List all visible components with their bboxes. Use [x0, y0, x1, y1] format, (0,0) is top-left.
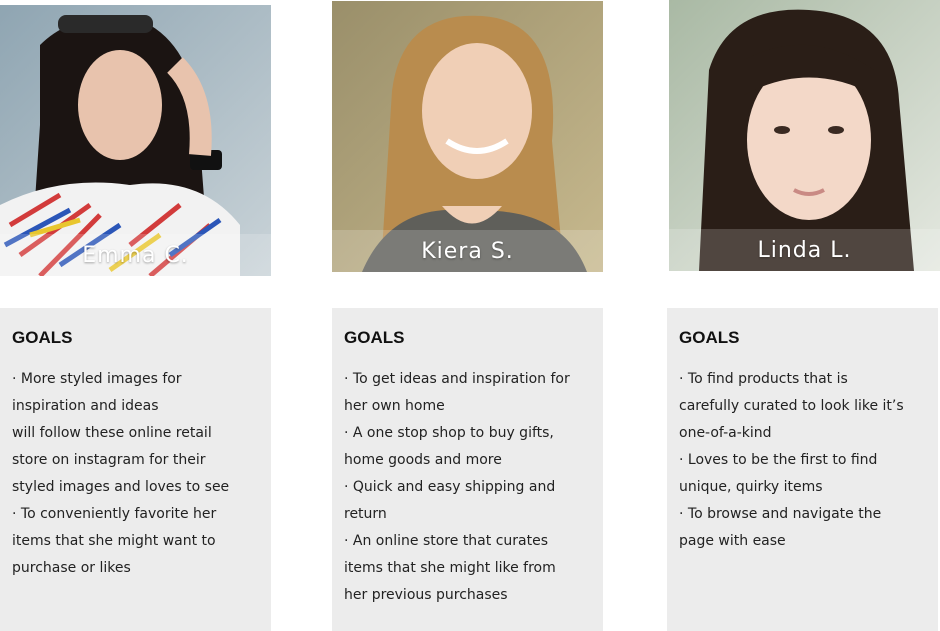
goals-list: · To find products that is carefully cur…	[679, 366, 926, 555]
goal-item: · A one stop shop to buy gifts, home goo…	[344, 425, 554, 468]
goals-list: · To get ideas and inspiration for her o…	[344, 366, 591, 609]
persona-name-band: Linda L.	[669, 229, 940, 271]
goals-card-linda: GOALS · To find products that is careful…	[667, 308, 938, 631]
goals-card-kiera: GOALS · To get ideas and inspiration for…	[332, 308, 603, 631]
goals-title: GOALS	[12, 328, 73, 347]
persona-photo-kiera: Kiera S.	[332, 1, 603, 272]
goals-title: GOALS	[679, 328, 740, 347]
goal-item: · More styled images for inspiration and…	[12, 371, 230, 495]
goal-item: · To browse and navigate the page with e…	[679, 506, 882, 549]
persona-name: Emma C.	[82, 242, 189, 268]
persona-name: Linda L.	[757, 237, 852, 263]
goal-item: · To conveniently favorite her items tha…	[12, 506, 217, 576]
goals-title: GOALS	[344, 328, 405, 347]
goals-list: · More styled images for inspiration and…	[12, 366, 259, 582]
goals-card-emma: GOALS · More styled images for inspirati…	[0, 308, 271, 631]
persona-name-band: Kiera S.	[332, 230, 603, 272]
persona-photo-emma: Emma C.	[0, 5, 271, 276]
persona-name: Kiera S.	[421, 238, 514, 264]
goal-item: · Loves to be the first to find unique, …	[679, 452, 878, 495]
persona-name-band: Emma C.	[0, 234, 271, 276]
goal-item: · An online store that curates items tha…	[344, 533, 556, 603]
goal-item: · To get ideas and inspiration for her o…	[344, 371, 570, 414]
goal-item: · To find products that is carefully cur…	[679, 371, 904, 441]
persona-photo-linda: Linda L.	[669, 0, 940, 271]
goal-item: · Quick and easy shipping and return	[344, 479, 556, 522]
